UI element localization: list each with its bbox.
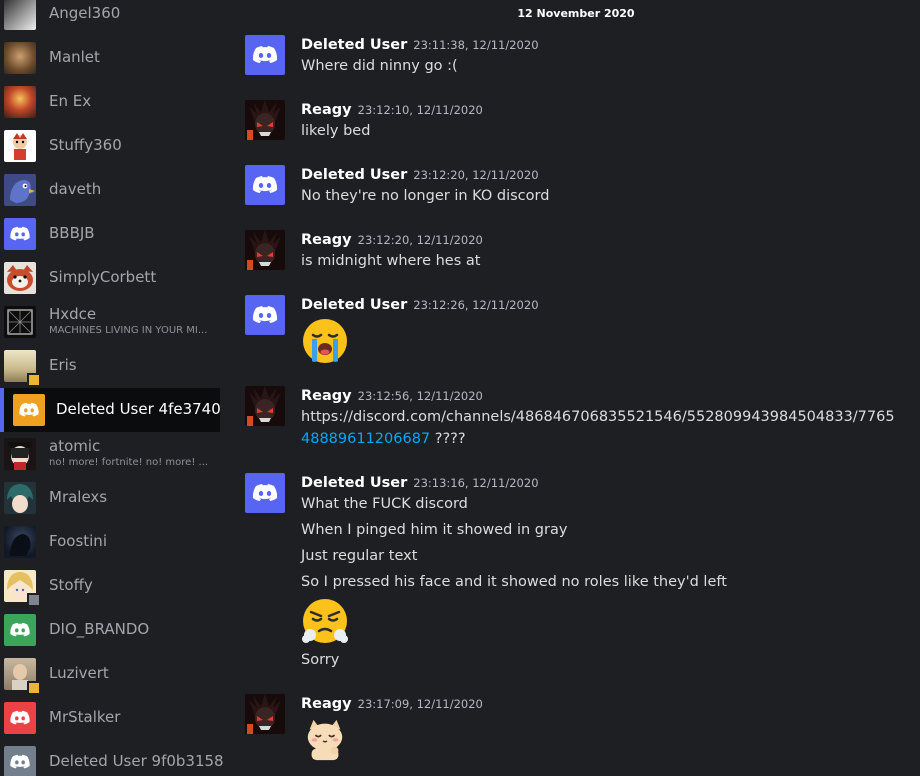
member-item-selected[interactable]: Deleted User 4fe3740: [0, 388, 221, 432]
message-author[interactable]: Reagy 23:17:09, 12/11/2020: [301, 696, 483, 712]
member-item[interactable]: Manlet: [0, 36, 232, 80]
message-author[interactable]: Deleted User 23:12:20, 12/11/2020: [301, 167, 539, 183]
message-timestamp: 23:13:16, 12/11/2020: [413, 476, 539, 490]
message-author[interactable]: Deleted User 23:13:16, 12/11/2020: [301, 475, 539, 491]
sob-emoji-icon[interactable]: [301, 317, 349, 365]
cat-sticker-icon[interactable]: [301, 716, 349, 762]
discord-icon: [4, 746, 36, 776]
message-text: Where did ninny go :(: [301, 58, 458, 74]
date-divider: 12 November 2020: [517, 7, 635, 20]
member-item[interactable]: Deleted User 9f0b3158: [0, 740, 232, 776]
message-author[interactable]: Reagy 23:12:20, 12/11/2020: [301, 232, 483, 248]
message-author[interactable]: Reagy 23:12:10, 12/11/2020: [301, 102, 483, 118]
idle-status-icon: [27, 373, 41, 387]
message-timestamp: 23:12:10, 12/11/2020: [357, 103, 483, 117]
message-text: When I pinged him it showed in gray: [301, 522, 568, 538]
member-item[interactable]: Luzivert: [0, 652, 232, 696]
triumph-emoji-icon[interactable]: [301, 597, 349, 645]
member-item[interactable]: Stoffy: [0, 564, 232, 608]
discord-icon: [4, 702, 36, 734]
discord-icon[interactable]: [245, 473, 285, 513]
member-item[interactable]: Mralexs: [0, 476, 232, 520]
member-name: BBBJB: [49, 224, 95, 242]
message-text: What the FUCK discord: [301, 496, 468, 512]
member-name: atomic: [49, 437, 101, 455]
member-list: Angel360 Manlet En Ex Stuffy360 daveth B…: [0, 0, 232, 776]
message-text: likely bed: [301, 123, 371, 139]
member-name: Stuffy360: [49, 136, 122, 154]
message-timestamp: 23:12:56, 12/11/2020: [357, 389, 483, 403]
member-status: MACHINES LIVING IN YOUR MI...: [49, 325, 208, 336]
member-name: Foostini: [49, 532, 107, 550]
discord-icon: [4, 218, 36, 250]
member-status: no! more! fortnite! no! more! ...: [49, 457, 209, 468]
member-item[interactable]: Eris: [0, 344, 232, 388]
offline-status-icon: [27, 593, 41, 607]
chat-area: 12 November 2020 Deleted User 23:11:38, 1…: [232, 0, 920, 776]
message-timestamp: 23:12:20, 12/11/2020: [357, 233, 483, 247]
member-name: Eris: [49, 356, 77, 374]
member-name: Mralexs: [49, 488, 108, 506]
message-link[interactable]: https://discord.com/channels/48684670683…: [301, 409, 895, 425]
message-text: is midnight where hes at: [301, 253, 481, 269]
member-item[interactable]: En Ex: [0, 80, 232, 124]
avatar: [4, 174, 36, 206]
discord-icon[interactable]: [245, 35, 285, 75]
message-text: 48889611206687 ????: [301, 431, 466, 447]
member-item[interactable]: Hxdce MACHINES LIVING IN YOUR MI...: [0, 300, 232, 344]
member-name: Deleted User 9f0b3158: [49, 752, 224, 770]
avatar: [4, 306, 36, 338]
member-name: SimplyCorbett: [49, 268, 157, 286]
member-name: MrStalker: [49, 708, 121, 726]
avatar[interactable]: [245, 230, 285, 270]
avatar[interactable]: [245, 694, 285, 734]
message-timestamp: 23:12:26, 12/11/2020: [413, 298, 539, 312]
avatar: [4, 0, 36, 30]
member-name: Manlet: [49, 48, 100, 66]
message-text: No they're no longer in KO discord: [301, 188, 550, 204]
member-item[interactable]: DIO_BRANDO: [0, 608, 232, 652]
message-author[interactable]: Deleted User 23:11:38, 12/11/2020: [301, 37, 539, 53]
member-name: DIO_BRANDO: [49, 620, 150, 638]
member-name: En Ex: [49, 92, 92, 110]
discord-icon: [4, 614, 36, 646]
member-item[interactable]: Foostini: [0, 520, 232, 564]
member-item[interactable]: Stuffy360: [0, 124, 232, 168]
message-author[interactable]: Reagy 23:12:56, 12/11/2020: [301, 388, 483, 404]
member-item[interactable]: SimplyCorbett: [0, 256, 232, 300]
message-link-continued[interactable]: 48889611206687: [301, 431, 430, 447]
message-timestamp: 23:11:38, 12/11/2020: [413, 38, 539, 52]
member-item[interactable]: atomic no! more! fortnite! no! more! ...: [0, 432, 232, 476]
member-name: Stoffy: [49, 576, 93, 594]
idle-status-icon: [27, 681, 41, 695]
avatar: [4, 86, 36, 118]
discord-icon: [13, 394, 45, 426]
discord-icon[interactable]: [245, 295, 285, 335]
member-name: Deleted User 4fe3740: [56, 400, 221, 418]
avatar: [4, 526, 36, 558]
member-item[interactable]: Angel360: [0, 0, 232, 36]
member-name: Hxdce: [49, 305, 97, 323]
message-timestamp: 23:17:09, 12/11/2020: [357, 697, 483, 711]
member-item[interactable]: MrStalker: [0, 696, 232, 740]
member-item[interactable]: BBBJB: [0, 212, 232, 256]
message-author[interactable]: Deleted User 23:12:26, 12/11/2020: [301, 297, 539, 313]
avatar[interactable]: [245, 386, 285, 426]
avatar: [4, 130, 36, 162]
discord-icon[interactable]: [245, 165, 285, 205]
member-name: Angel360: [49, 4, 121, 22]
avatar[interactable]: [245, 100, 285, 140]
member-name: Luzivert: [49, 664, 109, 682]
message-timestamp: 23:12:20, 12/11/2020: [413, 168, 539, 182]
message-text: So I pressed his face and it showed no r…: [301, 574, 727, 590]
member-name: daveth: [49, 180, 102, 198]
member-item[interactable]: daveth: [0, 168, 232, 212]
avatar: [4, 438, 36, 470]
message-text: Sorry: [301, 652, 340, 668]
avatar: [4, 262, 36, 294]
avatar: [4, 42, 36, 74]
message-text: Just regular text: [301, 548, 418, 564]
avatar: [4, 482, 36, 514]
